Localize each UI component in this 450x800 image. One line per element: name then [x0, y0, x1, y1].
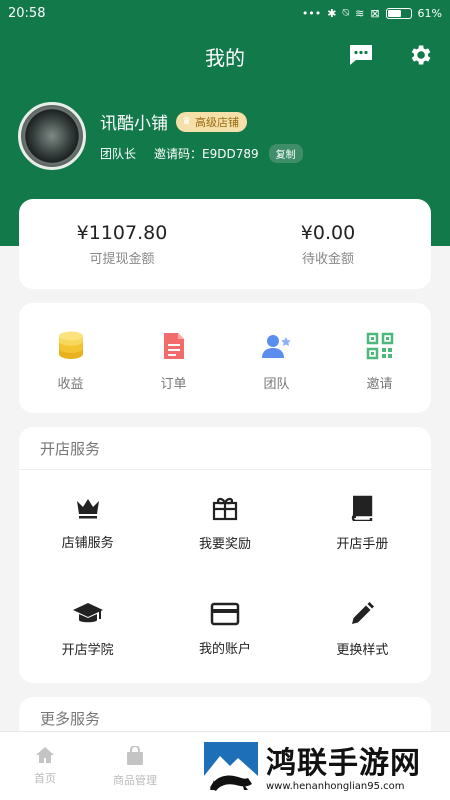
service-account[interactable]: 我的账户: [156, 576, 293, 682]
service-label: 我的账户: [198, 641, 251, 657]
status-bar: 20:58 ••• ✱ ⍉ ≋ ⊠ 61%: [0, 0, 450, 26]
tab-home[interactable]: 首页: [0, 732, 90, 800]
message-icon: [350, 45, 372, 65]
service-label: 更换样式: [336, 642, 389, 658]
notification-dots-icon: •••: [301, 6, 322, 20]
store-services-card: 开店服务 店铺服务 我要奖励 开店手册 开店学院 我的账户 更换样式: [19, 427, 431, 683]
settings-button[interactable]: [405, 40, 435, 70]
tab-label: 商品管理: [113, 774, 157, 787]
document-icon: [163, 333, 184, 359]
avatar[interactable]: [18, 102, 86, 170]
withdrawable-balance[interactable]: ¥1107.80 可提现金额: [19, 199, 225, 289]
copy-button[interactable]: 复制: [268, 144, 303, 163]
crown-icon: [76, 498, 99, 518]
quick-actions-card: 收益 订单 团队 邀请: [19, 303, 431, 413]
level-badge-label: 高级店铺: [194, 115, 239, 129]
balance-label: 可提现金额: [89, 251, 155, 267]
gift-icon: [212, 497, 238, 520]
balance-amount: ¥0.00: [300, 221, 356, 244]
level-badge: ♛ 高级店铺: [176, 111, 247, 132]
section-title: 开店服务: [19, 427, 431, 470]
bluetooth-icon: ✱: [327, 6, 337, 20]
service-rewards[interactable]: 我要奖励: [156, 470, 293, 576]
service-label: 店铺服务: [61, 535, 114, 551]
services-grid: 店铺服务 我要奖励 开店手册 开店学院 我的账户 更换样式: [19, 470, 431, 682]
service-handbook[interactable]: 开店手册: [294, 470, 431, 576]
team-icon: [261, 335, 291, 358]
quick-action-label: 订单: [160, 377, 187, 392]
book-icon: [352, 495, 373, 521]
watermark-title: 鸿联手游网: [266, 745, 421, 781]
watermark: 鸿联手游网 www.henanhonglian95.com: [204, 740, 450, 798]
pencil-icon: [352, 601, 375, 624]
home-icon: [36, 747, 54, 763]
quick-action-label: 团队: [263, 377, 290, 392]
bag-icon: [127, 746, 143, 765]
service-academy[interactable]: 开店学院: [19, 576, 156, 682]
quick-action-invite[interactable]: 邀请: [328, 303, 431, 413]
watermark-text: 鸿联手游网 www.henanhonglian95.com: [266, 745, 421, 792]
invite-label: 邀请码：: [154, 147, 203, 161]
watermark-url: www.henanhonglian95.com: [266, 780, 405, 792]
profile-sub-row: 团队长 邀请码： E9DD789 复制: [100, 144, 303, 163]
tab-label: 首页: [34, 772, 56, 785]
profile-section: 讯酷小铺 ♛ 高级店铺 团队长 邀请码： E9DD789 复制: [18, 102, 303, 170]
mute-icon: ⍉: [342, 6, 350, 19]
service-label: 我要奖励: [198, 536, 251, 552]
service-label: 开店学院: [61, 642, 114, 658]
credit-card-icon: [210, 602, 240, 625]
status-time: 20:58: [8, 5, 46, 21]
quick-action-earnings[interactable]: 收益: [19, 303, 122, 413]
balance-label: 待收金额: [301, 251, 354, 267]
quick-action-orders[interactable]: 订单: [122, 303, 225, 413]
crown-badge-icon: ♛: [182, 116, 191, 127]
battery-icon: [385, 7, 412, 19]
battery-percent: 61%: [417, 6, 442, 20]
balance-card: ¥1107.80 可提现金额 ¥0.00 待收金额: [19, 199, 431, 289]
coins-icon: [58, 331, 83, 359]
profile-info: 讯酷小铺 ♛ 高级店铺 团队长 邀请码： E9DD789 复制: [100, 109, 303, 163]
gear-icon: [411, 45, 431, 65]
service-store[interactable]: 店铺服务: [19, 470, 156, 576]
store-name: 讯酷小铺: [100, 114, 168, 134]
qr-code-icon: [366, 332, 393, 360]
status-icons: ••• ✱ ⍉ ≋ ⊠ 61%: [302, 6, 442, 20]
balance-amount: ¥1107.80: [76, 221, 168, 244]
graduation-cap-icon: [72, 602, 103, 622]
quick-action-label: 收益: [57, 377, 84, 392]
page-title: 我的: [205, 45, 245, 70]
quick-action-label: 邀请: [366, 377, 393, 392]
service-change-style[interactable]: 更换样式: [294, 576, 431, 682]
tab-products[interactable]: 商品管理: [90, 732, 180, 800]
profile-name-row: 讯酷小铺 ♛ 高级店铺: [100, 109, 303, 134]
role-label: 团队长: [100, 147, 137, 161]
message-button[interactable]: [346, 40, 376, 70]
service-label: 开店手册: [336, 536, 389, 552]
wifi-icon: ≋: [355, 6, 365, 20]
invite-code: E9DD789: [202, 146, 259, 161]
watermark-logo-icon: [204, 742, 258, 796]
quick-action-team[interactable]: 团队: [225, 303, 328, 413]
sim-icon: ⊠: [370, 6, 380, 20]
pending-balance[interactable]: ¥0.00 待收金额: [225, 199, 431, 289]
